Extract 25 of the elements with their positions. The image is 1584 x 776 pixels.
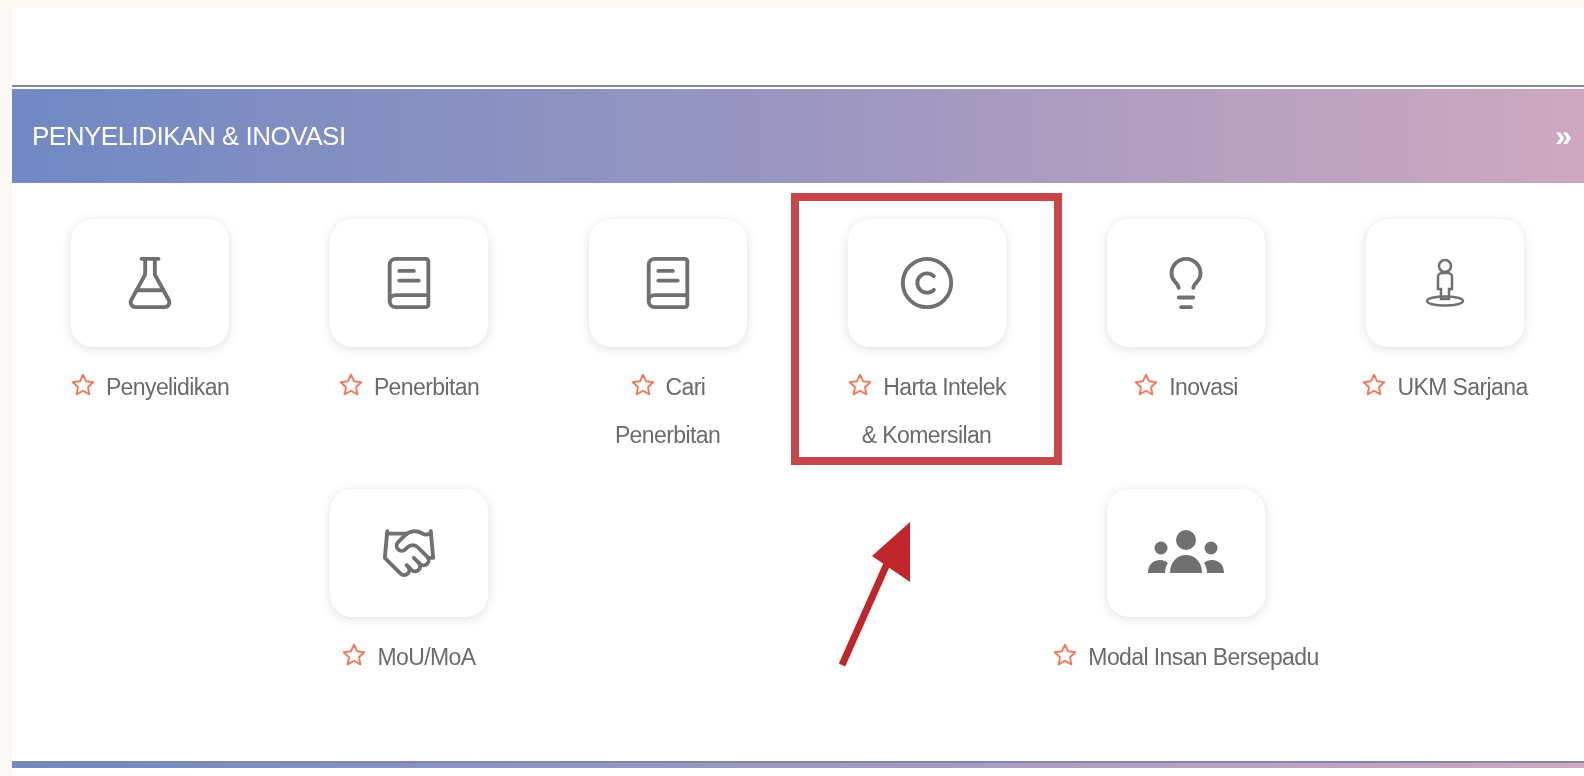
tile-button[interactable] [329,489,488,617]
tile-label[interactable]: Penerbitan [337,363,480,411]
tile-label[interactable]: Cari Penerbitan [581,363,754,459]
tile-button[interactable] [847,219,1006,347]
star-icon [847,372,874,398]
tile-button[interactable] [1106,219,1265,347]
section-title: PENYELIDIKAN & INOVASI [32,120,346,152]
tile-button[interactable] [1365,219,1524,347]
tile-button[interactable] [329,219,488,347]
tile-label[interactable]: Modal Insan Bersepadu [1052,633,1319,681]
tile-label[interactable]: MoU/MoA [341,633,476,681]
star-icon [629,372,656,398]
star-icon [1052,642,1079,668]
star-icon [1133,372,1160,398]
tile-button[interactable] [70,219,229,347]
star-icon [341,642,368,668]
tile-label[interactable]: Penyelidikan [69,363,230,411]
tile-button[interactable] [588,219,747,347]
tile-label[interactable]: Harta Intelek & Komersilan [840,363,1013,459]
star-icon [69,372,96,398]
star-icon [337,372,364,398]
tile-label[interactable]: Inovasi [1133,363,1238,411]
star-icon [1361,372,1388,398]
tile-label[interactable]: UKM Sarjana [1361,363,1528,411]
tile-button[interactable] [1106,489,1265,617]
